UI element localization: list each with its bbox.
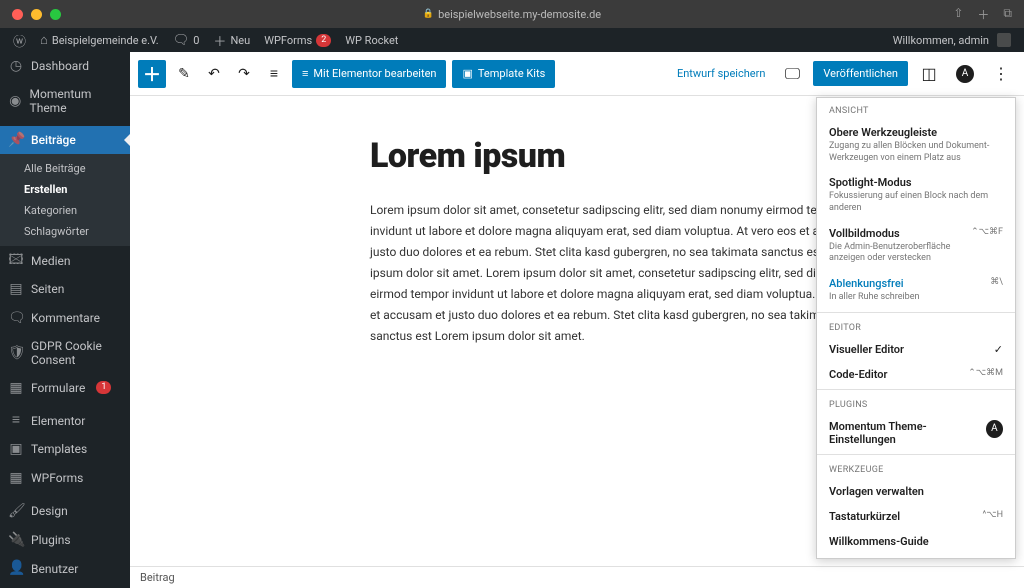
- wpforms-icon: ▦: [8, 470, 24, 487]
- new-tab-icon[interactable]: ＋: [977, 6, 989, 23]
- opt-visual-editor[interactable]: Visueller Editor ✓: [817, 337, 1015, 362]
- sidebar-gdpr[interactable]: 🛡GDPR Cookie Consent: [0, 333, 130, 374]
- traffic-max[interactable]: [50, 9, 61, 20]
- opt-copy-all-blocks[interactable]: Alle Blöcke kopieren: [817, 554, 1015, 559]
- add-block-button[interactable]: ＋: [138, 60, 166, 88]
- options-menu-button[interactable]: ⋮: [986, 59, 1016, 89]
- breadcrumb[interactable]: Beitrag: [140, 571, 175, 584]
- opt-shortcuts[interactable]: Tastaturkürzel ^⌥H: [817, 504, 1015, 529]
- wordpress-icon: ⓦ: [13, 31, 26, 50]
- gauge-icon: ◷: [8, 58, 24, 75]
- url-bar[interactable]: 🔒 beispielwebseite.my-demosite.de: [423, 8, 601, 21]
- sidebar-plugins[interactable]: 🔌Plugins: [0, 526, 130, 555]
- traffic-close[interactable]: [12, 9, 23, 20]
- elementor-button[interactable]: ≡Mit Elementor bearbeiten: [292, 60, 446, 88]
- sub-tags[interactable]: Schlagwörter: [0, 221, 130, 242]
- opt-spotlight[interactable]: Spotlight-ModusFokussierung auf einen Bl…: [817, 170, 1015, 220]
- wp-logo[interactable]: ⓦ: [6, 28, 33, 52]
- options-panel: ANSICHT Obere WerkzeugleisteZugang zu al…: [816, 97, 1016, 559]
- plus-icon: ＋: [213, 31, 226, 50]
- avatar-icon: [997, 33, 1011, 47]
- sidebar-users[interactable]: 👤Benutzer: [0, 554, 130, 583]
- templates-icon: ▣: [8, 441, 24, 458]
- publish-button[interactable]: Veröffentlichen: [813, 61, 908, 86]
- shield-icon: 🛡: [8, 345, 24, 362]
- opt-distraction-free[interactable]: AblenkungsfreiIn aller Ruhe schreiben ⌘\: [817, 271, 1015, 310]
- editor-footer: Beitrag: [130, 566, 1024, 588]
- pin-icon: 📌: [8, 132, 24, 149]
- comment-icon: 🗨: [173, 33, 190, 48]
- outline-button[interactable]: ≡: [262, 62, 286, 86]
- sub-all-posts[interactable]: Alle Beiträge: [0, 158, 130, 179]
- opt-fullscreen[interactable]: VollbildmodusDie Admin-Benutzeroberfläch…: [817, 221, 1015, 271]
- wpforms-link[interactable]: WPForms2: [257, 28, 338, 52]
- block-editor: ＋ ✎ ↶ ↷ ≡ ≡Mit Elementor bearbeiten ▣Tem…: [130, 52, 1024, 588]
- section-werkzeuge: WERKZEUGE: [817, 457, 1015, 479]
- opt-welcome-guide[interactable]: Willkommens-Guide: [817, 529, 1015, 554]
- plugin-icon: 🔌: [8, 532, 24, 549]
- section-plugins: PLUGINS: [817, 392, 1015, 414]
- opt-top-toolbar[interactable]: Obere WerkzeugleisteZugang zu allen Blöc…: [817, 120, 1015, 170]
- brush-icon: 🖌: [8, 503, 24, 520]
- sub-categories[interactable]: Kategorien: [0, 200, 130, 221]
- undo-button[interactable]: ↶: [202, 62, 226, 86]
- sub-new-post[interactable]: Erstellen: [0, 179, 130, 200]
- sidebar-dashboard[interactable]: ◷Dashboard: [0, 52, 130, 81]
- sidebar-wpforms[interactable]: ▦WPForms: [0, 464, 130, 493]
- form-icon: ▦: [8, 380, 24, 397]
- momentum-icon: A: [986, 420, 1003, 438]
- section-ansicht: ANSICHT: [817, 98, 1015, 120]
- mac-titlebar: 🔒 beispielwebseite.my-demosite.de ⇧ ＋ ⧉: [0, 0, 1024, 28]
- sidebar-media[interactable]: 🖾Medien: [0, 246, 130, 275]
- comments-link[interactable]: 🗨0: [166, 28, 207, 52]
- wprocket-link[interactable]: WP Rocket: [338, 28, 405, 52]
- save-draft-button[interactable]: Entwurf speichern: [671, 67, 771, 80]
- forms-badge: 1: [96, 381, 111, 394]
- media-icon: 🖾: [8, 252, 24, 269]
- new-content[interactable]: ＋Neu: [206, 28, 257, 52]
- site-name[interactable]: ⌂Beispielgemeinde e.V.: [33, 28, 166, 52]
- share-icon[interactable]: ⇧: [953, 6, 963, 23]
- home-icon: ⌂: [40, 32, 48, 48]
- wp-adminbar: ⓦ ⌂Beispielgemeinde e.V. 🗨0 ＋Neu WPForms…: [0, 28, 1024, 52]
- section-editor: EDITOR: [817, 315, 1015, 337]
- opt-code-editor[interactable]: Code-Editor ⌃⌥⌘M: [817, 362, 1015, 387]
- user-icon: 👤: [8, 560, 24, 577]
- sidebar-elementor[interactable]: ≡Elementor: [0, 406, 130, 435]
- check-icon: ✓: [994, 343, 1003, 356]
- url-text: beispielwebseite.my-demosite.de: [438, 8, 601, 21]
- templatekits-button[interactable]: ▣Template Kits: [452, 60, 555, 88]
- editor-topbar: ＋ ✎ ↶ ↷ ≡ ≡Mit Elementor bearbeiten ▣Tem…: [130, 52, 1024, 96]
- greeting[interactable]: Willkommen, admin: [886, 33, 1018, 47]
- sidebar-design[interactable]: 🖌Design: [0, 497, 130, 526]
- kit-icon: ▣: [462, 67, 472, 80]
- traffic-min[interactable]: [31, 9, 42, 20]
- theme-icon: ◉: [8, 93, 23, 110]
- post-body-block[interactable]: Lorem ipsum dolor sit amet, consetetur s…: [370, 200, 880, 347]
- sidebar-momentum[interactable]: ◉Momentum Theme: [0, 81, 130, 122]
- sidebar-toggle[interactable]: ◫: [914, 59, 944, 89]
- comment-icon: 🗨: [8, 310, 24, 327]
- opt-momentum-settings[interactable]: Momentum Theme-Einstellungen A: [817, 414, 1015, 452]
- preview-button[interactable]: 🖵: [777, 59, 807, 89]
- sidebar-forms[interactable]: ▦Formulare1: [0, 374, 130, 403]
- posts-submenu: Alle Beiträge Erstellen Kategorien Schla…: [0, 154, 130, 246]
- edit-tool[interactable]: ✎: [172, 62, 196, 86]
- elementor-icon: ≡: [302, 67, 308, 80]
- sidebar-posts[interactable]: 📌Beiträge: [0, 126, 130, 155]
- sidebar-comments[interactable]: 🗨Kommentare: [0, 304, 130, 333]
- sidebar-templates[interactable]: ▣Templates: [0, 435, 130, 464]
- sidebar-tools[interactable]: 🔧Werkzeuge: [0, 583, 130, 588]
- admin-sidebar: ◷Dashboard ◉Momentum Theme 📌Beiträge All…: [0, 52, 130, 588]
- page-icon: ▤: [8, 281, 24, 298]
- opt-manage-templates[interactable]: Vorlagen verwalten: [817, 479, 1015, 504]
- elementor-icon: ≡: [8, 412, 24, 429]
- sidebar-pages[interactable]: ▤Seiten: [0, 275, 130, 304]
- tabs-icon[interactable]: ⧉: [1003, 6, 1012, 23]
- redo-button[interactable]: ↷: [232, 62, 256, 86]
- lock-icon: 🔒: [423, 9, 434, 19]
- theme-settings-icon[interactable]: A: [950, 59, 980, 89]
- wpforms-badge: 2: [316, 34, 331, 47]
